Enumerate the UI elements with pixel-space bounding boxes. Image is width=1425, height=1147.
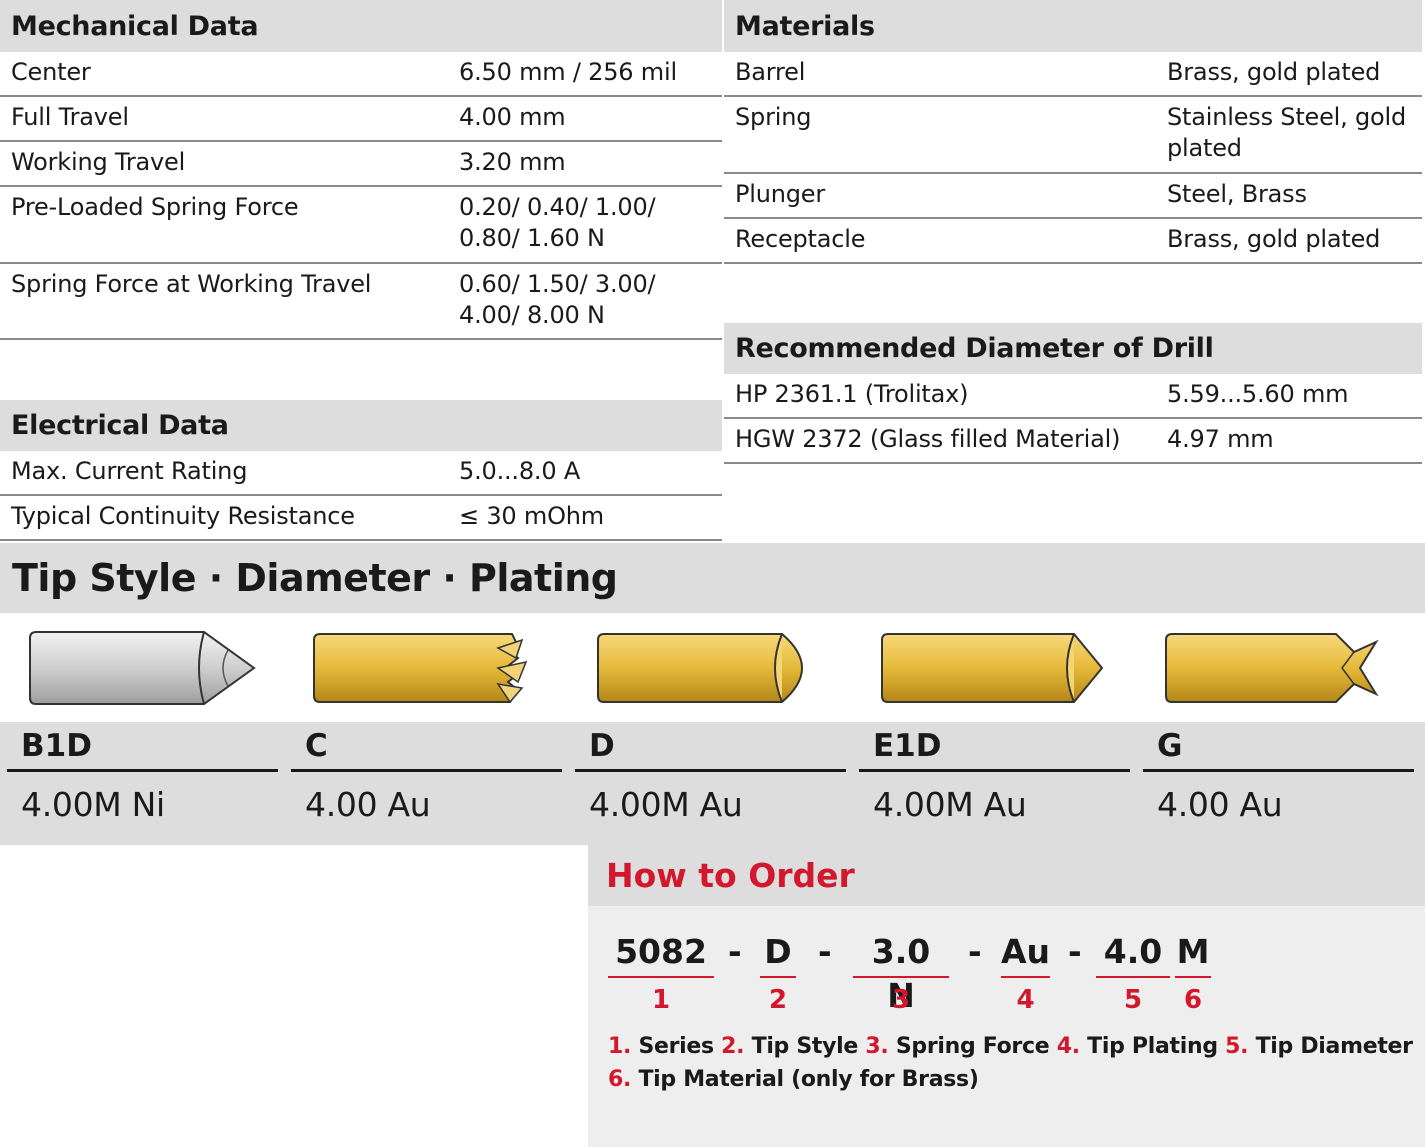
order-legend-line-2: 6. Tip Material (only for Brass) bbox=[608, 1067, 979, 1092]
order-code-dash: - bbox=[968, 932, 982, 971]
row-label: HGW 2372 (Glass filled Material) bbox=[735, 425, 1121, 453]
legend-number: 5. bbox=[1225, 1034, 1249, 1059]
order-code-number: 2 bbox=[768, 985, 788, 1015]
table-row: Spring Stainless Steel, gold plated bbox=[724, 97, 1422, 174]
table-row: HGW 2372 (Glass filled Material) 4.97 mm bbox=[724, 419, 1422, 464]
table-row: Barrel Brass, gold plated bbox=[724, 52, 1422, 97]
legend-text: Tip Diameter bbox=[1255, 1034, 1413, 1059]
row-label: Working Travel bbox=[11, 148, 186, 176]
tip-spec: 4.00M Au bbox=[873, 785, 1027, 824]
table-row: Pre-Loaded Spring Force 0.20/ 0.40/ 1.00… bbox=[0, 187, 722, 264]
row-value: Stainless Steel, gold plated bbox=[1167, 103, 1407, 162]
table-row: Working Travel 3.20 mm bbox=[0, 142, 722, 187]
order-code-number: 6 bbox=[1183, 985, 1203, 1015]
row-value: 5.59...5.60 mm bbox=[1167, 380, 1349, 408]
crown-tip-icon bbox=[313, 633, 528, 704]
row-label: Spring bbox=[735, 103, 812, 131]
mechanical-data-table: Center 6.50 mm / 256 mil Full Travel 4.0… bbox=[0, 52, 722, 340]
row-label: HP 2361.1 (Trolitax) bbox=[735, 380, 969, 408]
drill-diameter-table: HP 2361.1 (Trolitax) 5.59...5.60 mm HGW … bbox=[724, 374, 1422, 464]
table-row: Spring Force at Working Travel 0.60/ 1.5… bbox=[0, 264, 722, 340]
tip-code-d: D bbox=[575, 722, 846, 772]
order-code-tip-material: M bbox=[1175, 930, 1211, 978]
legend-number: 1. bbox=[608, 1034, 632, 1059]
legend-number: 6. bbox=[608, 1067, 632, 1092]
row-value: 0.20/ 0.40/ 1.00/ 0.80/ 1.60 N bbox=[459, 193, 656, 252]
order-legend-line-1: 1. Series 2. Tip Style 3. Spring Force 4… bbox=[608, 1034, 1413, 1059]
tip-style-heading: Tip Style · Diameter · Plating bbox=[0, 543, 1425, 613]
legend-text: Tip Style bbox=[751, 1034, 859, 1059]
tip-spec: 4.00 Au bbox=[305, 785, 431, 824]
order-code-number: 1 bbox=[651, 985, 671, 1015]
order-code-tip-style: D bbox=[760, 930, 796, 978]
order-code-dash: - bbox=[818, 932, 832, 971]
tip-code-g: G bbox=[1143, 722, 1414, 772]
table-row: HP 2361.1 (Trolitax) 5.59...5.60 mm bbox=[724, 374, 1422, 419]
row-label: Plunger bbox=[735, 180, 826, 208]
row-label: Receptacle bbox=[735, 225, 866, 253]
order-code-number: 3 bbox=[891, 985, 911, 1015]
legend-number: 2. bbox=[721, 1034, 745, 1059]
order-code-series: 5082 bbox=[608, 930, 714, 978]
legend-text: Tip Plating bbox=[1087, 1034, 1218, 1059]
row-value: 4.00 mm bbox=[459, 103, 566, 131]
row-label: Spring Force at Working Travel bbox=[11, 270, 372, 298]
table-row: Center 6.50 mm / 256 mil bbox=[0, 52, 722, 97]
legend-text: Series bbox=[638, 1034, 714, 1059]
row-value: 0.60/ 1.50/ 3.00/ 4.00/ 8.00 N bbox=[459, 270, 656, 329]
legend-text: Spring Force bbox=[895, 1034, 1050, 1059]
tip-code-b1d: B1D bbox=[7, 722, 278, 772]
pointed-tip-icon bbox=[29, 631, 256, 705]
tip-code-c: C bbox=[291, 722, 562, 772]
row-value: 6.50 mm / 256 mil bbox=[459, 58, 677, 86]
round-tip-icon bbox=[597, 633, 803, 703]
row-label: Full Travel bbox=[11, 103, 129, 131]
table-row: Plunger Steel, Brass bbox=[724, 174, 1422, 219]
row-value: Brass, gold plated bbox=[1167, 225, 1381, 253]
legend-number: 3. bbox=[865, 1034, 889, 1059]
row-value: 5.0...8.0 A bbox=[459, 457, 581, 485]
legend-number: 4. bbox=[1056, 1034, 1080, 1059]
row-label: Max. Current Rating bbox=[11, 457, 248, 485]
tip-code-e1d: E1D bbox=[859, 722, 1130, 772]
drill-diameter-heading: Recommended Diameter of Drill bbox=[724, 323, 1422, 374]
row-label: Typical Continuity Resistance bbox=[11, 502, 355, 530]
order-code-dash: - bbox=[728, 932, 742, 971]
order-code-number: 4 bbox=[1016, 985, 1035, 1015]
materials-heading: Materials bbox=[724, 0, 1422, 52]
serrated-tip-icon bbox=[1165, 633, 1379, 703]
table-row: Receptacle Brass, gold plated bbox=[724, 219, 1422, 264]
table-row: Max. Current Rating 5.0...8.0 A bbox=[0, 451, 722, 496]
row-value: ≤ 30 mOhm bbox=[459, 502, 604, 530]
how-to-order-heading: How to Order bbox=[588, 845, 1425, 906]
tip-spec: 4.00 Au bbox=[1157, 785, 1283, 824]
electrical-data-table: Max. Current Rating 5.0...8.0 A Typical … bbox=[0, 451, 722, 541]
tip-spec: 4.00M Ni bbox=[21, 785, 165, 824]
row-label: Pre-Loaded Spring Force bbox=[11, 193, 299, 221]
row-value: 3.20 mm bbox=[459, 148, 566, 176]
order-code-tip-plating: Au bbox=[1001, 930, 1050, 978]
materials-table: Barrel Brass, gold plated Spring Stainle… bbox=[724, 52, 1422, 264]
row-value: Brass, gold plated bbox=[1167, 58, 1381, 86]
table-row: Full Travel 4.00 mm bbox=[0, 97, 722, 142]
row-label: Barrel bbox=[735, 58, 806, 86]
mechanical-data-heading: Mechanical Data bbox=[0, 0, 722, 52]
flat-round-tip-icon bbox=[881, 633, 1104, 703]
order-code-dash: - bbox=[1068, 932, 1082, 971]
legend-text: Tip Material (only for Brass) bbox=[638, 1067, 979, 1092]
order-code-tip-diameter: 4.0 bbox=[1096, 930, 1170, 978]
table-row: Typical Continuity Resistance ≤ 30 mOhm bbox=[0, 496, 722, 541]
row-label: Center bbox=[11, 58, 91, 86]
electrical-data-heading: Electrical Data bbox=[0, 400, 722, 451]
row-value: 4.97 mm bbox=[1167, 425, 1274, 453]
order-code-spring-force: 3.0 N bbox=[853, 930, 949, 1015]
order-code-number: 5 bbox=[1123, 985, 1143, 1015]
row-value: Steel, Brass bbox=[1167, 180, 1307, 208]
tip-spec: 4.00M Au bbox=[589, 785, 743, 824]
